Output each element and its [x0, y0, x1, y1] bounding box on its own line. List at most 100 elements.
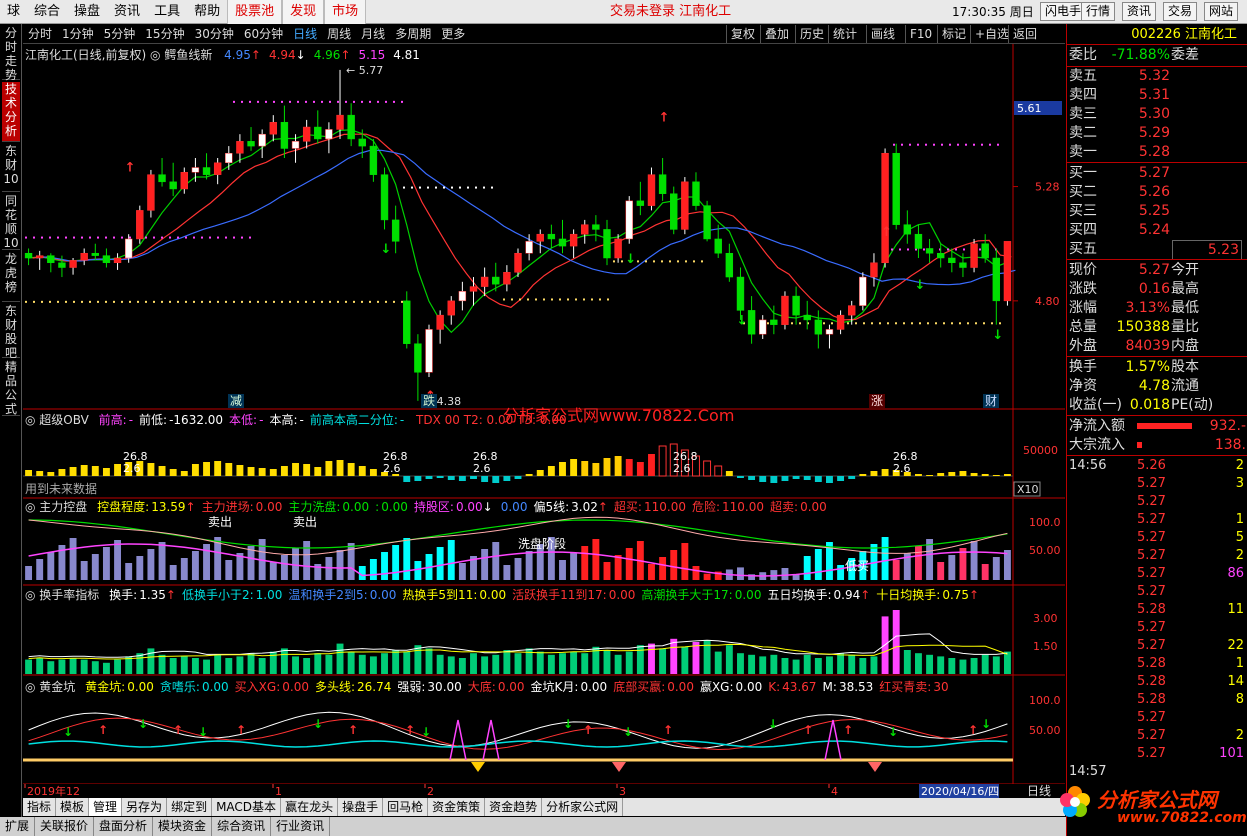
period-tab[interactable]: 30分钟: [190, 25, 239, 42]
fractal-dot: [49, 300, 51, 303]
fractal-dot: [377, 300, 379, 303]
left-tab[interactable]: 技术分析: [2, 82, 20, 142]
menu-item[interactable]: 工具: [147, 0, 187, 24]
chart-tool-button[interactable]: 历史: [795, 25, 828, 43]
flow-value: 932.-: [1209, 418, 1246, 434]
chart-tool-button[interactable]: 统计: [828, 25, 861, 43]
clock: 17:30:35 周日: [952, 5, 1034, 19]
chart-tool-button[interactable]: 返回: [1008, 25, 1041, 43]
left-tab[interactable]: 精品公式: [2, 360, 20, 416]
extension-tab[interactable]: 模块资金: [153, 817, 213, 836]
left-tab[interactable]: 东财10: [2, 144, 20, 192]
mf-tick-label: 50.00: [1029, 544, 1061, 557]
extension-tab[interactable]: 关联报价: [35, 817, 95, 836]
menu-item-highlight[interactable]: 发现: [282, 0, 325, 24]
formula-tab[interactable]: 指标: [23, 798, 57, 816]
fractal-dot: [855, 322, 857, 325]
menu-item-highlight[interactable]: 市场: [324, 0, 367, 24]
toolbar-button[interactable]: 交易: [1163, 2, 1198, 21]
period-tab[interactable]: 15分钟: [140, 25, 189, 42]
ask-row[interactable]: 卖二 5.29: [1067, 124, 1247, 142]
period-tab[interactable]: 更多: [436, 25, 470, 42]
chart-tool-button[interactable]: 标记: [937, 25, 970, 43]
left-tab[interactable]: 龙虎榜: [2, 252, 20, 302]
obv-bar: [258, 468, 266, 476]
formula-tab[interactable]: 分析家公式网: [542, 798, 624, 816]
menu-item[interactable]: 球: [0, 0, 27, 24]
mf-bar: [47, 552, 55, 580]
period-tab[interactable]: 分时: [23, 25, 57, 42]
obv-bar: [614, 456, 622, 476]
formula-tab[interactable]: 模板: [56, 798, 90, 816]
formula-tab[interactable]: MACD基本: [212, 798, 282, 816]
formula-tab[interactable]: 赢在龙头: [281, 798, 339, 816]
period-tab[interactable]: 周线: [322, 25, 356, 42]
bid-row[interactable]: 买二 5.26: [1067, 183, 1247, 201]
bid-row[interactable]: 买三 5.25: [1067, 202, 1247, 220]
period-tab[interactable]: 1分钟: [57, 25, 99, 42]
x-axis-svg: 2019年12 1 2 3 4 2020/04/16/四 日线: [24, 784, 1051, 798]
left-tab[interactable]: 分时走势: [2, 26, 20, 82]
fractal-dot: [583, 298, 585, 301]
menu-item[interactable]: 综合: [27, 0, 67, 24]
chart-tool-button[interactable]: +自选: [970, 25, 1013, 43]
toolbar-button[interactable]: 行情: [1081, 2, 1116, 21]
period-tab[interactable]: 日线: [288, 25, 322, 42]
left-tab[interactable]: 同花顺10: [2, 194, 20, 250]
turnover-bar: [681, 646, 689, 674]
period-tab[interactable]: 5分钟: [99, 25, 141, 42]
menu-item[interactable]: 操盘: [67, 0, 107, 24]
period-tab[interactable]: 多周期: [390, 25, 436, 42]
toolbar-button[interactable]: 资讯: [1122, 2, 1157, 21]
turnover-bar: [91, 661, 99, 674]
turnover-bar: [69, 658, 77, 674]
candle-body: [191, 167, 200, 173]
ask-row[interactable]: 卖四 5.31: [1067, 86, 1247, 104]
chart-tool-button[interactable]: 画线: [866, 25, 899, 43]
x-tick-label: 2019年12: [27, 784, 80, 798]
bid-row[interactable]: 买五 5.23: [1067, 240, 1247, 260]
tick-price: 5.27: [1137, 620, 1166, 635]
obv-bar: [292, 463, 299, 476]
toolbar-button[interactable]: 网站: [1204, 2, 1239, 21]
extension-tab[interactable]: 行业资讯: [271, 817, 331, 836]
formula-tab[interactable]: 绑定到: [167, 798, 213, 816]
period-tab[interactable]: 60分钟: [239, 25, 288, 42]
period-tab[interactable]: 月线: [356, 25, 390, 42]
formula-tab[interactable]: 操盘手: [338, 798, 384, 816]
obv-bar: [169, 469, 177, 476]
formula-tab[interactable]: 资金趋势: [485, 798, 543, 816]
obv-bar: [425, 476, 433, 479]
chart-tool-button[interactable]: F10: [905, 25, 936, 43]
formula-tab[interactable]: 回马枪: [383, 798, 429, 816]
ask-row[interactable]: 卖三 5.30: [1067, 105, 1247, 123]
chart-tool-button[interactable]: 复权: [726, 25, 759, 43]
fractal-dot: [265, 100, 267, 103]
bid-row[interactable]: 买四 5.24: [1067, 221, 1247, 239]
field-value: 0.00: [580, 680, 608, 694]
extension-tab[interactable]: 扩展: [0, 817, 36, 836]
extension-tab[interactable]: 综合资讯: [212, 817, 272, 836]
fractal-dot: [89, 236, 91, 239]
turnover-bar: [47, 661, 55, 674]
main-chart-title: 江南化工(日线,前复权): [25, 48, 147, 62]
menu-item[interactable]: 资讯: [107, 0, 147, 24]
extension-tab[interactable]: 盘面分析: [94, 817, 154, 836]
tick-price: 5.27: [1137, 512, 1166, 527]
formula-tab[interactable]: 资金策策: [428, 798, 486, 816]
ask-row[interactable]: 卖一 5.28: [1067, 143, 1247, 161]
tick-price: 5.27: [1137, 710, 1166, 725]
fractal-dot: [105, 236, 107, 239]
chart-area[interactable]: 5.615.284.80↑↑↑↑↓↓↓↓↓← 5.77← 4.38减跌涨财26.…: [23, 44, 1065, 785]
obv-bar: [91, 466, 99, 476]
ask-row[interactable]: 卖五 5.32: [1067, 67, 1247, 85]
menu-item[interactable]: 帮助: [187, 0, 227, 24]
menu-item-highlight[interactable]: 股票池: [227, 0, 283, 24]
chart-tool-button[interactable]: 叠加: [760, 25, 793, 43]
formula-tab[interactable]: 另存为: [122, 798, 168, 816]
formula-tab[interactable]: 管理: [89, 798, 123, 816]
toolbar-button[interactable]: 闪电手: [1040, 2, 1087, 21]
left-tab[interactable]: 东财股吧: [2, 304, 20, 360]
gold-sell-arrow-icon: ↓: [138, 717, 148, 731]
bid-row[interactable]: 买一 5.27: [1067, 164, 1247, 182]
